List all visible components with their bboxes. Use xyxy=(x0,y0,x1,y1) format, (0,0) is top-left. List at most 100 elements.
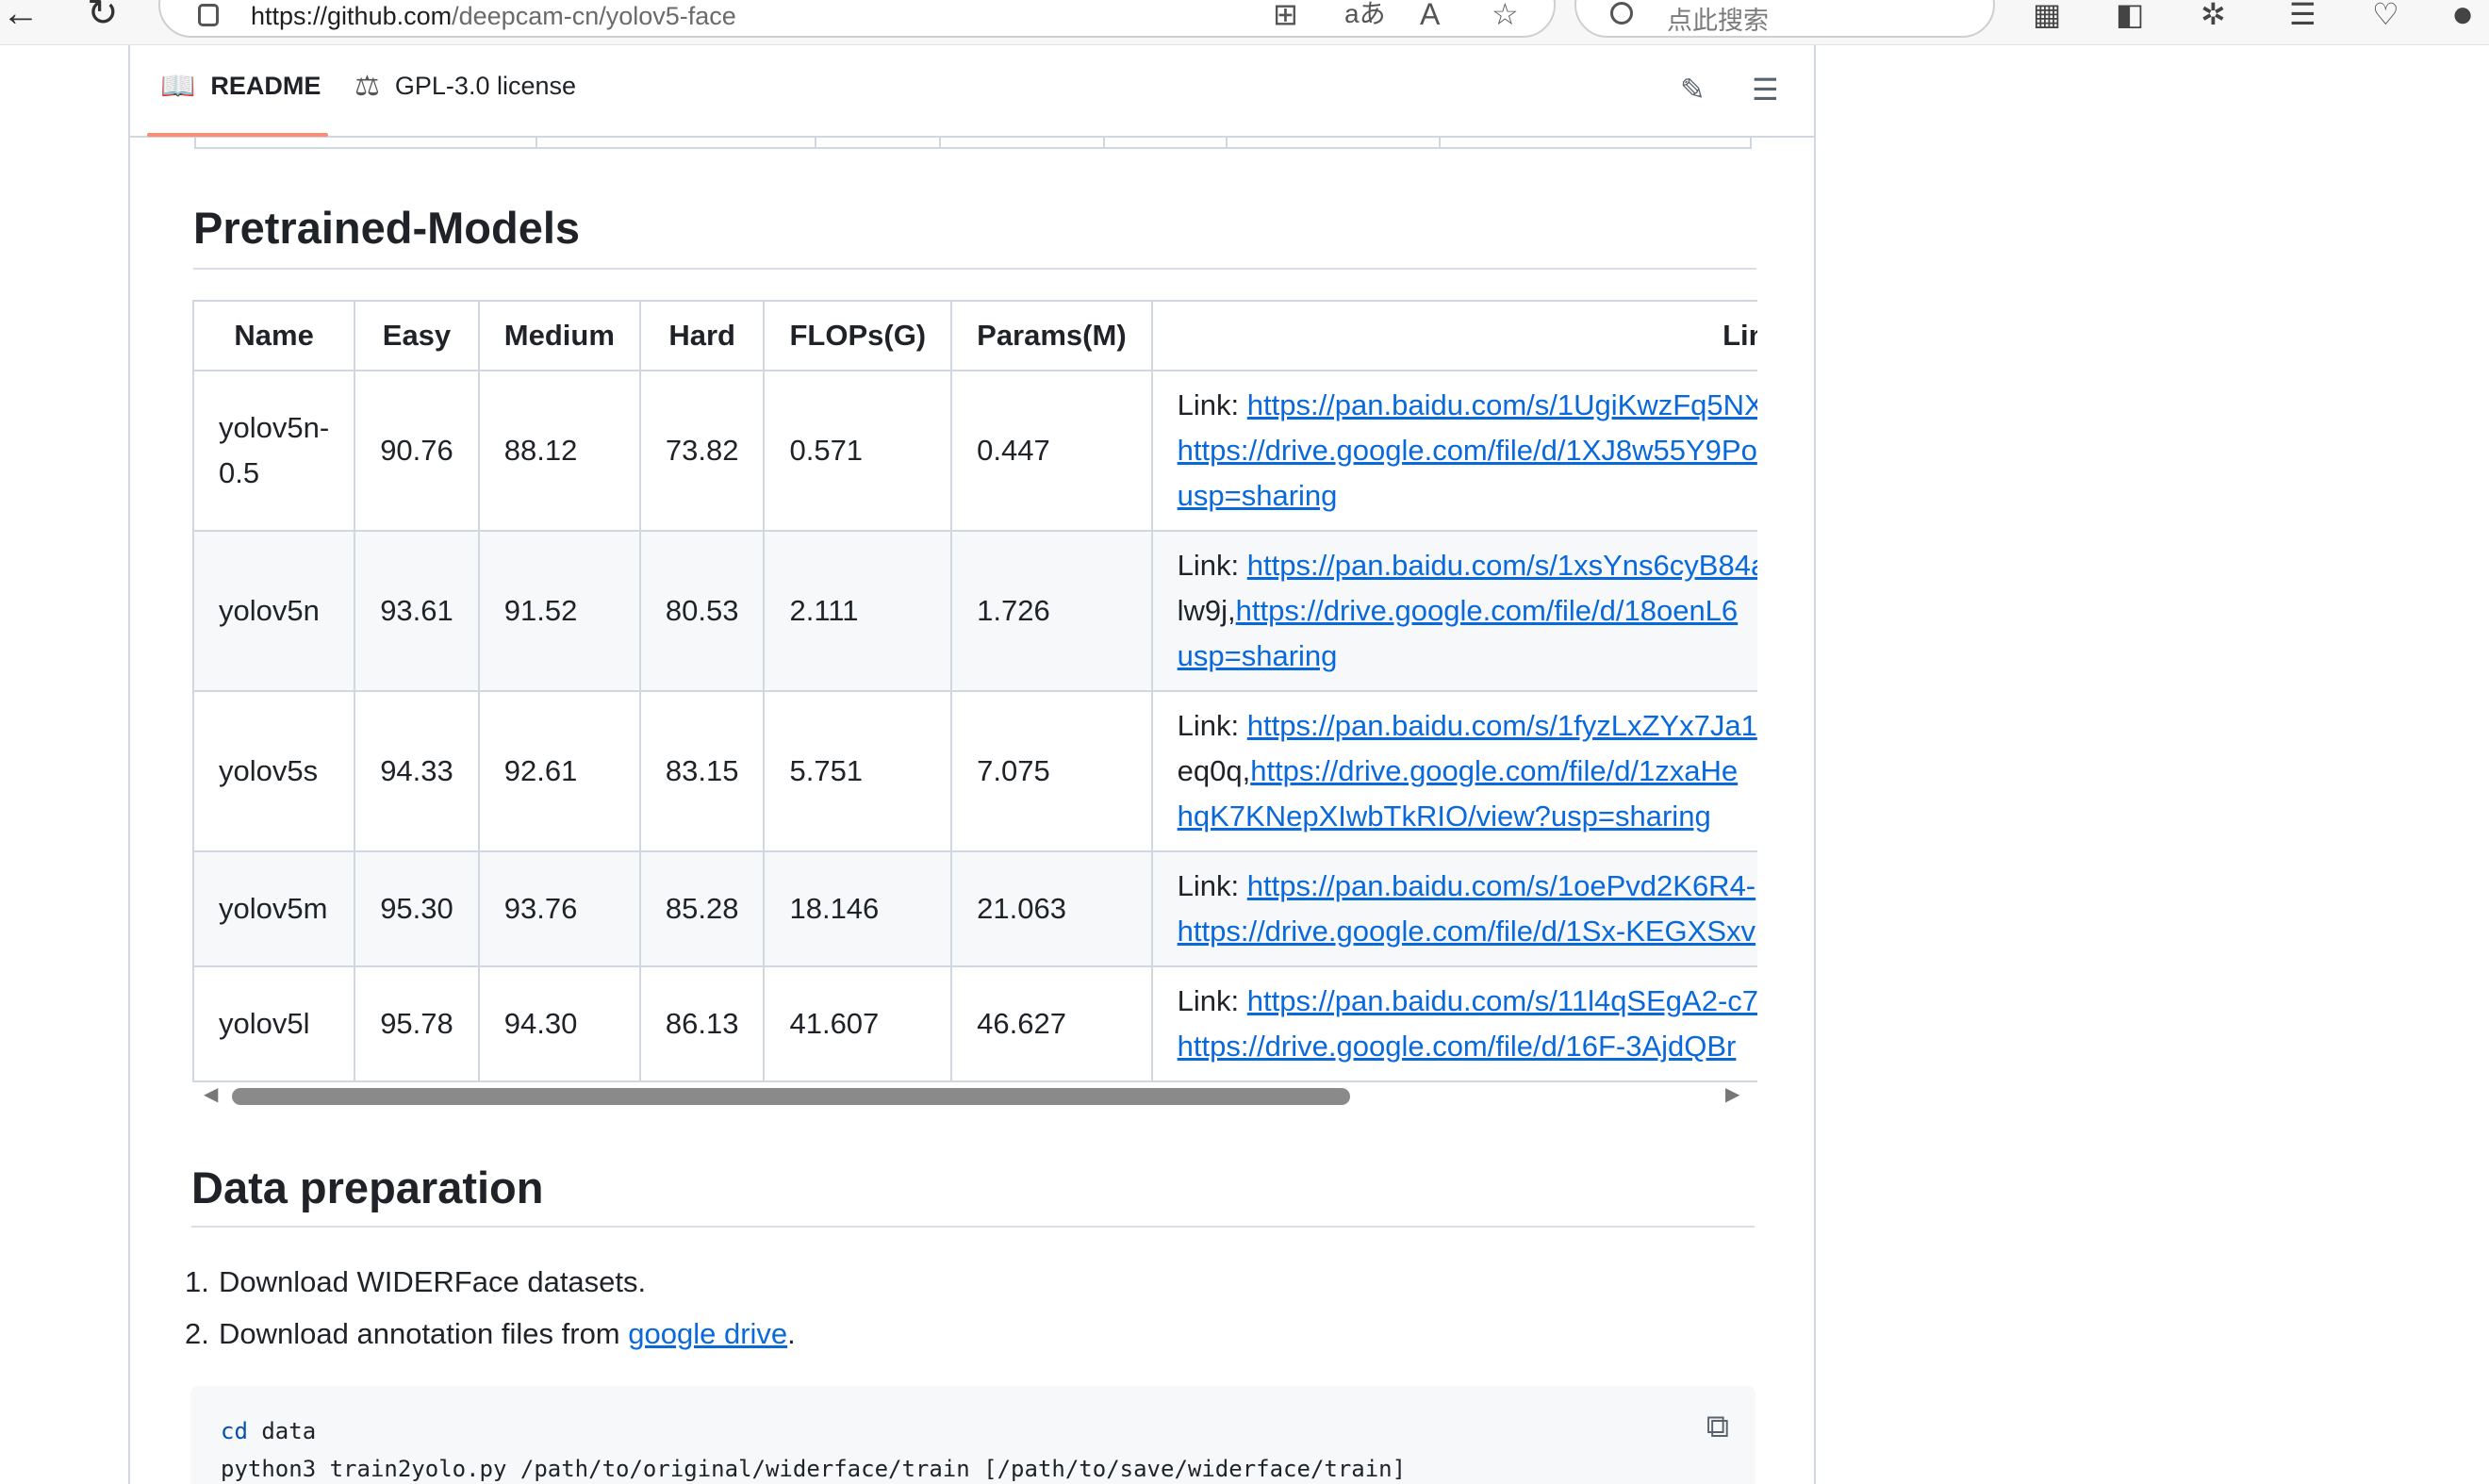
column-header-medium: Medium xyxy=(477,300,641,371)
google-drive-link-continued[interactable]: hqK7KNepXIwbTkRIO/view?usp=sharing xyxy=(1178,800,1711,833)
cell-link: Link: https://pan.baidu.com/s/11l4qSEgA2… xyxy=(1150,965,1757,1082)
browser-toolbar: ← ↻ https://github.com/deepcam-cn/yolov5… xyxy=(0,0,2489,45)
cell-hard: 86.13 xyxy=(638,965,766,1082)
search-icon xyxy=(1610,2,1633,25)
code-keyword: cd xyxy=(221,1418,248,1444)
list-text-suffix: . xyxy=(787,1317,796,1350)
code-line: python3 train2yolo.py /path/to/original/… xyxy=(221,1456,1407,1482)
cell-name: yolov5n xyxy=(192,530,356,692)
browser-search-box[interactable]: 点此搜索 xyxy=(1574,0,1995,38)
copy-icon[interactable]: ⧉ xyxy=(1706,1409,1729,1445)
extensions-icon[interactable]: ✲ xyxy=(2201,0,2226,30)
cell-link: Link: https://pan.baidu.com/s/1UgiKwzFq5… xyxy=(1150,370,1757,532)
scroll-right-arrow-icon[interactable]: ▶ xyxy=(1725,1082,1739,1106)
google-drive-annotation-link[interactable]: google drive xyxy=(628,1317,787,1350)
column-header-flops: FLOPs(G) xyxy=(763,300,953,371)
models-table: Name Easy Medium Hard FLOPs(G) Params(M)… xyxy=(192,300,1757,1082)
cell-easy: 95.30 xyxy=(354,850,480,967)
outline-list-icon[interactable]: ☰ xyxy=(1752,74,1779,106)
models-table-scroll-area[interactable]: Name Easy Medium Hard FLOPs(G) Params(M)… xyxy=(192,300,1757,1092)
cell-name: yolov5l xyxy=(192,965,356,1082)
cell-params: 21.063 xyxy=(950,850,1153,967)
back-arrow-icon[interactable]: ← xyxy=(2,0,40,32)
table-divider xyxy=(1103,138,1105,147)
url-host: https://github.com xyxy=(251,2,453,30)
google-drive-link-continued[interactable]: usp=sharing xyxy=(1178,639,1338,672)
list-item: 1. Download WIDERFace datasets. xyxy=(185,1265,646,1299)
cell-params: 0.447 xyxy=(950,370,1153,532)
link-prefix: Link: xyxy=(1177,984,1247,1017)
baidu-link[interactable]: https://pan.baidu.com/s/1oePvd2K6R4- xyxy=(1247,869,1755,902)
address-bar[interactable]: https://github.com/deepcam-cn/yolov5-fac… xyxy=(158,0,1556,38)
cell-name: yolov5s xyxy=(192,690,356,852)
cell-medium: 93.76 xyxy=(477,850,641,967)
cell-params: 7.075 xyxy=(950,690,1153,852)
read-aloud-icon[interactable]: A xyxy=(1420,0,1440,30)
qr-code-icon[interactable]: ▦ xyxy=(2033,0,2061,30)
table-divider xyxy=(1439,138,1441,147)
code-block: cd data python3 train2yolo.py /path/to/o… xyxy=(190,1386,1755,1484)
favorites-list-icon[interactable]: ☰ xyxy=(2289,0,2316,30)
active-tab-indicator xyxy=(147,133,328,137)
column-header-link: Link xyxy=(1150,300,1757,371)
cell-easy: 95.78 xyxy=(354,965,480,1082)
split-screen-icon[interactable]: ◧ xyxy=(2116,0,2144,30)
cell-hard: 80.53 xyxy=(638,530,766,692)
link-prefix: Link: xyxy=(1177,388,1247,421)
column-header-easy: Easy xyxy=(354,300,480,371)
table-divider xyxy=(1226,138,1228,147)
list-number: 2. xyxy=(185,1317,209,1350)
favorite-star-icon[interactable]: ☆ xyxy=(1492,0,1519,30)
table-row: yolov5s 94.33 92.61 83.15 5.751 7.075 Li… xyxy=(192,690,1757,852)
tab-license-label: GPL-3.0 license xyxy=(394,72,577,100)
cell-params: 1.726 xyxy=(950,530,1153,692)
heading-rule xyxy=(193,268,1756,270)
baidu-link[interactable]: https://pan.baidu.com/s/1fyzLxZYx7Ja1 xyxy=(1247,709,1757,742)
scrollbar-thumb[interactable] xyxy=(232,1088,1350,1105)
baidu-link[interactable]: https://pan.baidu.com/s/11l4qSEgA2-c7 xyxy=(1247,984,1757,1017)
google-drive-link[interactable]: https://drive.google.com/file/d/1XJ8w55Y… xyxy=(1178,434,1757,467)
performance-icon[interactable]: ♡ xyxy=(2372,0,2399,30)
cell-flops: 0.571 xyxy=(763,370,953,532)
site-info-icon[interactable] xyxy=(198,4,219,26)
reload-icon[interactable]: ↻ xyxy=(87,0,119,32)
heading-rule xyxy=(191,1226,1755,1228)
app-grid-icon[interactable]: ⊞ xyxy=(1273,0,1298,30)
cell-flops: 5.751 xyxy=(763,690,953,852)
baidu-link[interactable]: https://pan.baidu.com/s/1xsYns6cyB84aP xyxy=(1247,549,1757,582)
tab-readme[interactable]: 📖 README xyxy=(160,70,321,103)
cell-hard: 73.82 xyxy=(638,370,766,532)
column-header-hard: Hard xyxy=(638,300,766,371)
cell-flops: 41.607 xyxy=(763,965,953,1082)
link-prefix: Link: xyxy=(1177,869,1247,902)
profile-avatar-icon[interactable]: ● xyxy=(2451,0,2474,33)
scroll-left-arrow-icon[interactable]: ◀ xyxy=(204,1082,218,1106)
cell-link: Link: https://pan.baidu.com/s/1xsYns6cyB… xyxy=(1150,530,1757,692)
previous-table-bottom xyxy=(194,138,1752,149)
search-placeholder: 点此搜索 xyxy=(1667,7,1769,35)
cell-flops: 2.111 xyxy=(763,530,953,692)
heading-pretrained-models: Pretrained-Models xyxy=(193,203,581,253)
google-drive-link[interactable]: https://drive.google.com/file/d/18oenL6 xyxy=(1236,594,1739,627)
google-drive-link[interactable]: https://drive.google.com/file/d/1zxaHe xyxy=(1250,754,1738,787)
baidu-link[interactable]: https://pan.baidu.com/s/1UgiKwzFq5NX xyxy=(1247,388,1757,421)
cell-name: yolov5m xyxy=(192,850,356,967)
cell-medium: 88.12 xyxy=(477,370,641,532)
cell-hard: 85.28 xyxy=(638,850,766,967)
google-drive-link[interactable]: https://drive.google.com/file/d/16F-3Ajd… xyxy=(1178,1030,1737,1063)
heading-data-preparation: Data preparation xyxy=(191,1162,544,1212)
table-header-row: Name Easy Medium Hard FLOPs(G) Params(M)… xyxy=(192,300,1757,371)
translate-icon[interactable]: aあ xyxy=(1344,0,1386,30)
cell-medium: 94.30 xyxy=(477,965,641,1082)
edit-pencil-icon[interactable]: ✎ xyxy=(1680,74,1706,106)
list-text: Download annotation files from xyxy=(219,1317,629,1350)
google-drive-link[interactable]: https://drive.google.com/file/d/1Sx-KEGX… xyxy=(1178,915,1755,948)
cell-link: Link: https://pan.baidu.com/s/1oePvd2K6R… xyxy=(1150,850,1757,967)
link-prefix: Link: xyxy=(1177,709,1247,742)
table-row: yolov5n- 0.5 90.76 88.12 73.82 0.571 0.44… xyxy=(192,370,1757,532)
tab-license[interactable]: ⚖ GPL-3.0 license xyxy=(354,70,576,103)
cell-link: Link: https://pan.baidu.com/s/1fyzLxZYx7… xyxy=(1150,690,1757,852)
url-text[interactable]: https://github.com/deepcam-cn/yolov5-fac… xyxy=(251,2,736,31)
google-drive-link-continued[interactable]: usp=sharing xyxy=(1178,479,1338,512)
url-path: /deepcam-cn/yolov5-face xyxy=(452,2,736,30)
